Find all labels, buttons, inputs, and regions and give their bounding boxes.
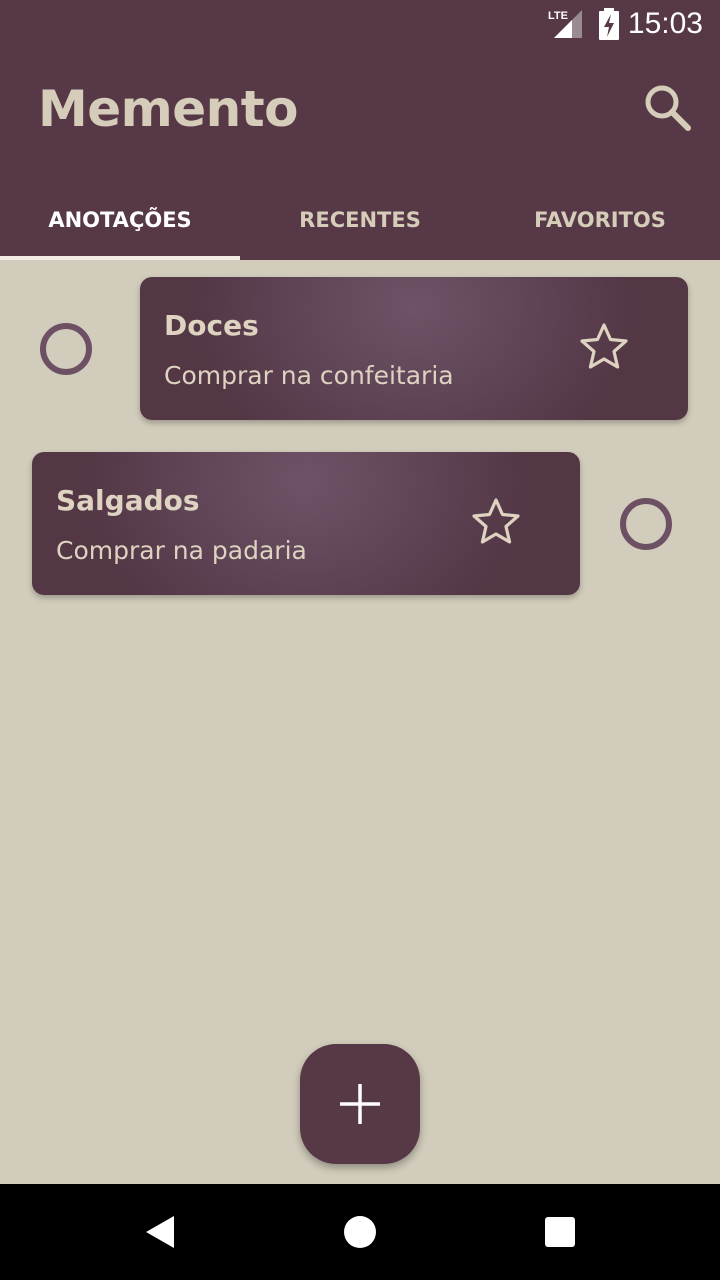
recents-icon[interactable] [528,1200,592,1264]
note-card[interactable]: Doces Comprar na confeitaria [140,277,688,420]
svg-text:LTE: LTE [548,10,568,22]
battery-charging-icon [599,8,619,40]
star-outline-icon[interactable] [468,494,524,550]
note-title: Doces [164,309,259,342]
note-select-ring[interactable] [40,323,92,375]
system-nav-bar [0,1184,720,1280]
home-icon[interactable] [328,1200,392,1264]
plus-icon [340,1084,380,1124]
tab-favoritos[interactable]: FAVORITOS [480,180,720,260]
app-bar: LTE 15:03 Memento ANOTAÇÕES RECENTES FAV… [0,0,720,260]
note-description: Comprar na padaria [56,536,307,565]
add-note-button[interactable] [300,1044,420,1164]
back-icon[interactable] [128,1200,192,1264]
tab-anotacoes[interactable]: ANOTAÇÕES [0,180,240,260]
tab-recentes[interactable]: RECENTES [240,180,480,260]
note-select-ring[interactable] [620,498,672,550]
lte-signal-icon: LTE [548,10,582,38]
note-description: Comprar na confeitaria [164,361,454,390]
note-card[interactable]: Salgados Comprar na padaria [32,452,580,595]
app-title: Memento [38,80,299,138]
note-title: Salgados [56,484,200,517]
tab-indicator [0,256,240,260]
tab-bar: ANOTAÇÕES RECENTES FAVORITOS [0,180,720,260]
search-icon[interactable] [640,80,696,136]
status-bar: LTE 15:03 [0,0,720,48]
star-outline-icon[interactable] [576,319,632,375]
status-time: 15:03 [627,7,703,40]
